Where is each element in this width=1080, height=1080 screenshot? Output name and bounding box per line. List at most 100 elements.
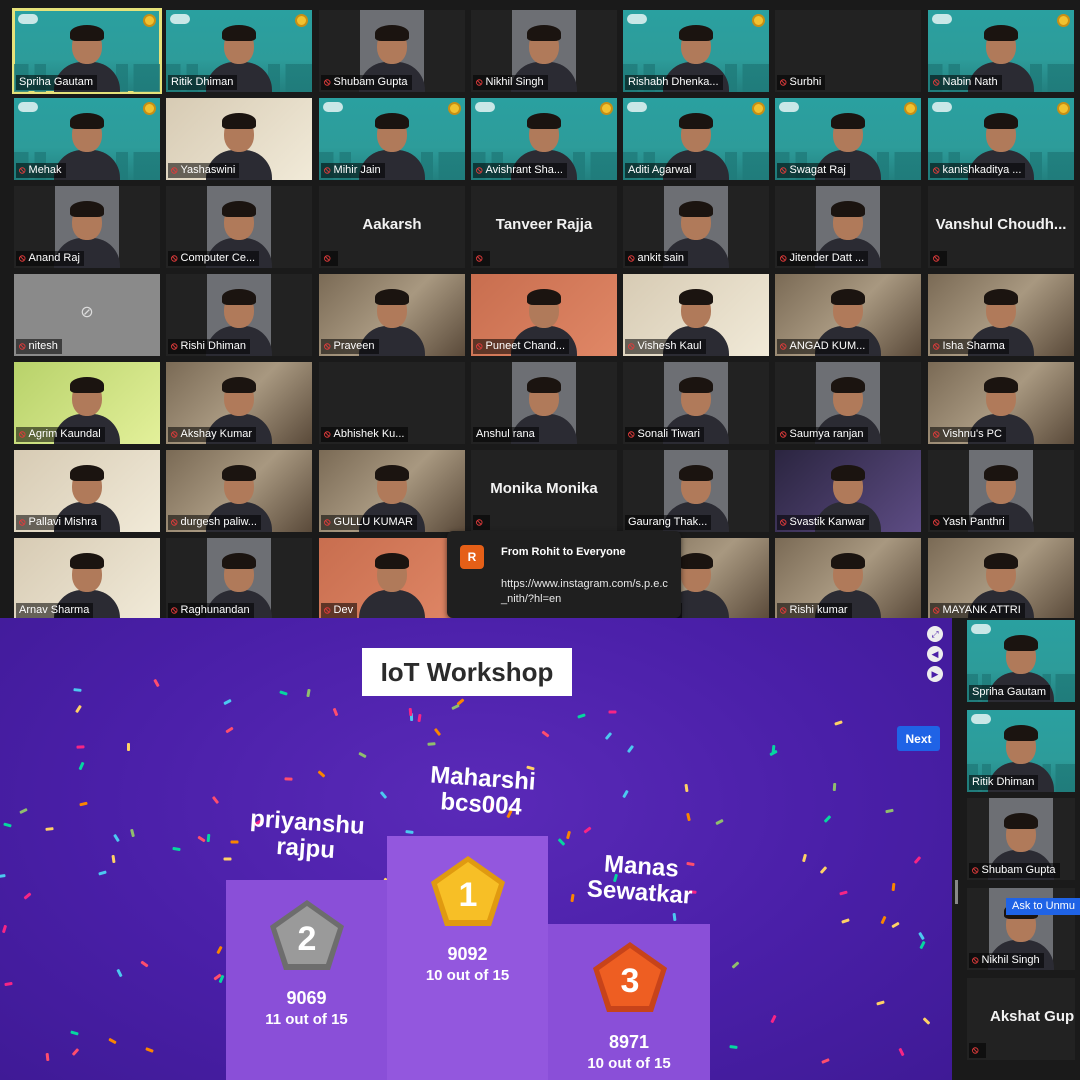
logo-icon bbox=[627, 14, 647, 24]
participant-name: Yashaswini bbox=[180, 164, 236, 176]
participant-tile[interactable]: Aditi Agarwal bbox=[623, 98, 769, 180]
fullscreen-icon[interactable]: ⤢ bbox=[927, 626, 943, 642]
participant-tile[interactable]: ⦸ Yashaswini bbox=[166, 98, 312, 180]
participant-tile[interactable]: ⦸ kanishkaditya ... bbox=[928, 98, 1074, 180]
confetti-piece bbox=[919, 940, 926, 950]
confetti-piece bbox=[197, 835, 206, 843]
confetti-piece bbox=[153, 678, 160, 688]
confetti-piece bbox=[841, 918, 850, 924]
participant-name: Agrim Kaundal bbox=[28, 428, 101, 440]
bronze-medal-icon: 3 bbox=[593, 942, 667, 1012]
participant-tile[interactable]: ⦸ ANGAD KUM... bbox=[775, 274, 921, 356]
participant-tile[interactable]: ⦸ Isha Sharma bbox=[928, 274, 1074, 356]
participant-name: Swagat Raj bbox=[789, 164, 846, 176]
confetti-piece bbox=[622, 789, 629, 799]
mic-muted-icon: ⦸ bbox=[780, 341, 787, 352]
participant-tile[interactable]: ⦸ Anand Raj bbox=[14, 186, 160, 268]
participant-name-label: ⦸ bbox=[321, 251, 338, 266]
gold-rank: 1 bbox=[459, 876, 478, 914]
first-place-name: Maharshi bcs004 bbox=[385, 759, 578, 824]
participant-tile[interactable]: ⦸ Puneet Chand... bbox=[471, 274, 617, 356]
participant-tile[interactable]: Tanveer Rajja ⦸ bbox=[471, 186, 617, 268]
confetti-piece bbox=[891, 882, 896, 892]
participant-tile[interactable]: ⦸ Pallavi Mishra bbox=[14, 450, 160, 532]
confetti-piece bbox=[216, 945, 223, 955]
participant-tile[interactable]: ⊘ ⦸ nitesh bbox=[14, 274, 160, 356]
sidebar-resize-handle[interactable] bbox=[955, 880, 958, 904]
ask-to-unmute-button[interactable]: Ask to Unmu bbox=[1006, 898, 1080, 915]
participant-tile[interactable]: ⦸ Mihir Jain bbox=[319, 98, 465, 180]
participant-tile[interactable]: ⦸ Swagat Raj bbox=[775, 98, 921, 180]
participant-sidebar: Spriha Gautam Ritik Dhiman ⦸ Shubam Gupta ⦸ N… bbox=[952, 618, 1080, 1080]
participant-tile[interactable]: Anshul rana bbox=[471, 362, 617, 444]
participant-tile[interactable]: ⦸ Jitender Datt ... bbox=[775, 186, 921, 268]
participant-tile[interactable]: ⦸ Agrim Kaundal bbox=[14, 362, 160, 444]
participant-tile[interactable]: Aakarsh ⦸ bbox=[319, 186, 465, 268]
sidebar-participant-tile[interactable]: Ritik Dhiman bbox=[967, 710, 1075, 792]
confetti-piece bbox=[604, 731, 613, 741]
participant-tile[interactable]: ⦸ Nikhil Singh bbox=[471, 10, 617, 92]
mic-muted-icon: ⦸ bbox=[933, 429, 940, 440]
chat-notification[interactable]: R From Rohit to Everyone https://www.ins… bbox=[447, 531, 681, 618]
participant-tile[interactable]: ⦸ Vishesh Kaul bbox=[623, 274, 769, 356]
participant-display-name: Akshat Gup bbox=[990, 1008, 1075, 1025]
participant-tile[interactable]: ⦸ MAYANK ATTRI bbox=[928, 538, 1074, 620]
chat-message-link[interactable]: https://www.instagram.com/s.p.e.c_nith/?… bbox=[501, 577, 671, 607]
participant-tile[interactable]: ⦸ Computer Ce... bbox=[166, 186, 312, 268]
participant-tile[interactable]: ⦸ Yash Panthri bbox=[928, 450, 1074, 532]
participant-tile[interactable]: ⦸ ankit sain bbox=[623, 186, 769, 268]
participant-name: Nikhil Singh bbox=[485, 76, 544, 88]
participant-tile[interactable]: Ritik Dhiman bbox=[166, 10, 312, 92]
participant-name-label: ⦸ Sonali Tiwari bbox=[625, 427, 704, 442]
participant-tile[interactable]: ⦸ Saumya ranjan bbox=[775, 362, 921, 444]
confetti-piece bbox=[71, 1048, 80, 1056]
participant-tile[interactable]: Rishabh Dhenka... bbox=[623, 10, 769, 92]
mic-muted-icon: ⦸ bbox=[628, 253, 635, 264]
participant-tile[interactable]: Vanshul Choudh... ⦸ bbox=[928, 186, 1074, 268]
skip-icon[interactable]: ▶ bbox=[927, 666, 943, 682]
participant-tile[interactable]: ⦸ Avishrant Sha... bbox=[471, 98, 617, 180]
second-place-score: 9069 bbox=[286, 988, 327, 1008]
confetti-piece bbox=[223, 698, 232, 706]
badge-icon bbox=[143, 14, 156, 27]
participant-tile[interactable]: Gaurang Thak... bbox=[623, 450, 769, 532]
mic-muted-icon: ⦸ bbox=[324, 429, 331, 440]
confetti-piece bbox=[98, 870, 107, 876]
participant-tile[interactable]: ⦸ Akshay Kumar bbox=[166, 362, 312, 444]
participant-name: Spriha Gautam bbox=[972, 686, 1046, 698]
participant-tile[interactable]: ⦸ Sonali Tiwari bbox=[623, 362, 769, 444]
mic-muted-icon: ⦸ bbox=[19, 165, 26, 176]
participant-tile[interactable]: ⦸ Svastik Kanwar bbox=[775, 450, 921, 532]
participant-tile[interactable]: ⦸ Dev bbox=[319, 538, 465, 620]
next-button[interactable]: Next bbox=[897, 726, 940, 751]
participant-name-label: ⦸ ANGAD KUM... bbox=[777, 339, 870, 354]
participant-tile[interactable]: ⦸ Mehak bbox=[14, 98, 160, 180]
participant-tile[interactable]: ⦸ Praveen bbox=[319, 274, 465, 356]
sound-icon[interactable]: ◀ bbox=[927, 646, 943, 662]
participant-tile[interactable]: Arnav Sharma bbox=[14, 538, 160, 620]
confetti-piece bbox=[417, 713, 422, 723]
participant-tile[interactable]: ⦸ Vishnu's PC bbox=[928, 362, 1074, 444]
sidebar-participant-tile[interactable]: Spriha Gautam bbox=[967, 620, 1075, 702]
participant-tile[interactable]: ⦸ GULLU KUMAR bbox=[319, 450, 465, 532]
participant-name-label: ⦸ GULLU KUMAR bbox=[321, 515, 417, 530]
participant-tile[interactable]: ⦸ Shubam Gupta bbox=[319, 10, 465, 92]
third-place-out-of: 10 out of 15 bbox=[587, 1055, 671, 1072]
participant-tile[interactable]: ⦸ Abhishek Ku... bbox=[319, 362, 465, 444]
participant-tile[interactable]: ⦸ Rishi kumar bbox=[775, 538, 921, 620]
participant-name-label: ⦸ Shubam Gupta bbox=[321, 75, 412, 90]
participant-tile[interactable]: Monika Monika ⦸ bbox=[471, 450, 617, 532]
participant-name: Yash Panthri bbox=[942, 516, 1005, 528]
confetti-piece bbox=[405, 830, 414, 834]
participant-tile[interactable]: ⦸ Surbhi bbox=[775, 10, 921, 92]
badge-icon bbox=[143, 102, 156, 115]
sidebar-participant-tile[interactable]: Akshat Gup ⦸ bbox=[967, 978, 1075, 1060]
participant-tile[interactable]: Spriha Gautam bbox=[12, 8, 162, 94]
participant-tile[interactable]: ⦸ Nabin Nath bbox=[928, 10, 1074, 92]
participant-name-label: ⦸ Mehak bbox=[16, 163, 66, 178]
participant-tile[interactable]: ⦸ Rishi Dhiman bbox=[166, 274, 312, 356]
participant-tile[interactable]: ⦸ durgesh paliw... bbox=[166, 450, 312, 532]
participant-tile[interactable]: ⦸ Raghunandan bbox=[166, 538, 312, 620]
sidebar-participant-tile[interactable]: ⦸ Shubam Gupta bbox=[967, 798, 1075, 880]
mic-muted-icon: ⦸ bbox=[780, 429, 787, 440]
